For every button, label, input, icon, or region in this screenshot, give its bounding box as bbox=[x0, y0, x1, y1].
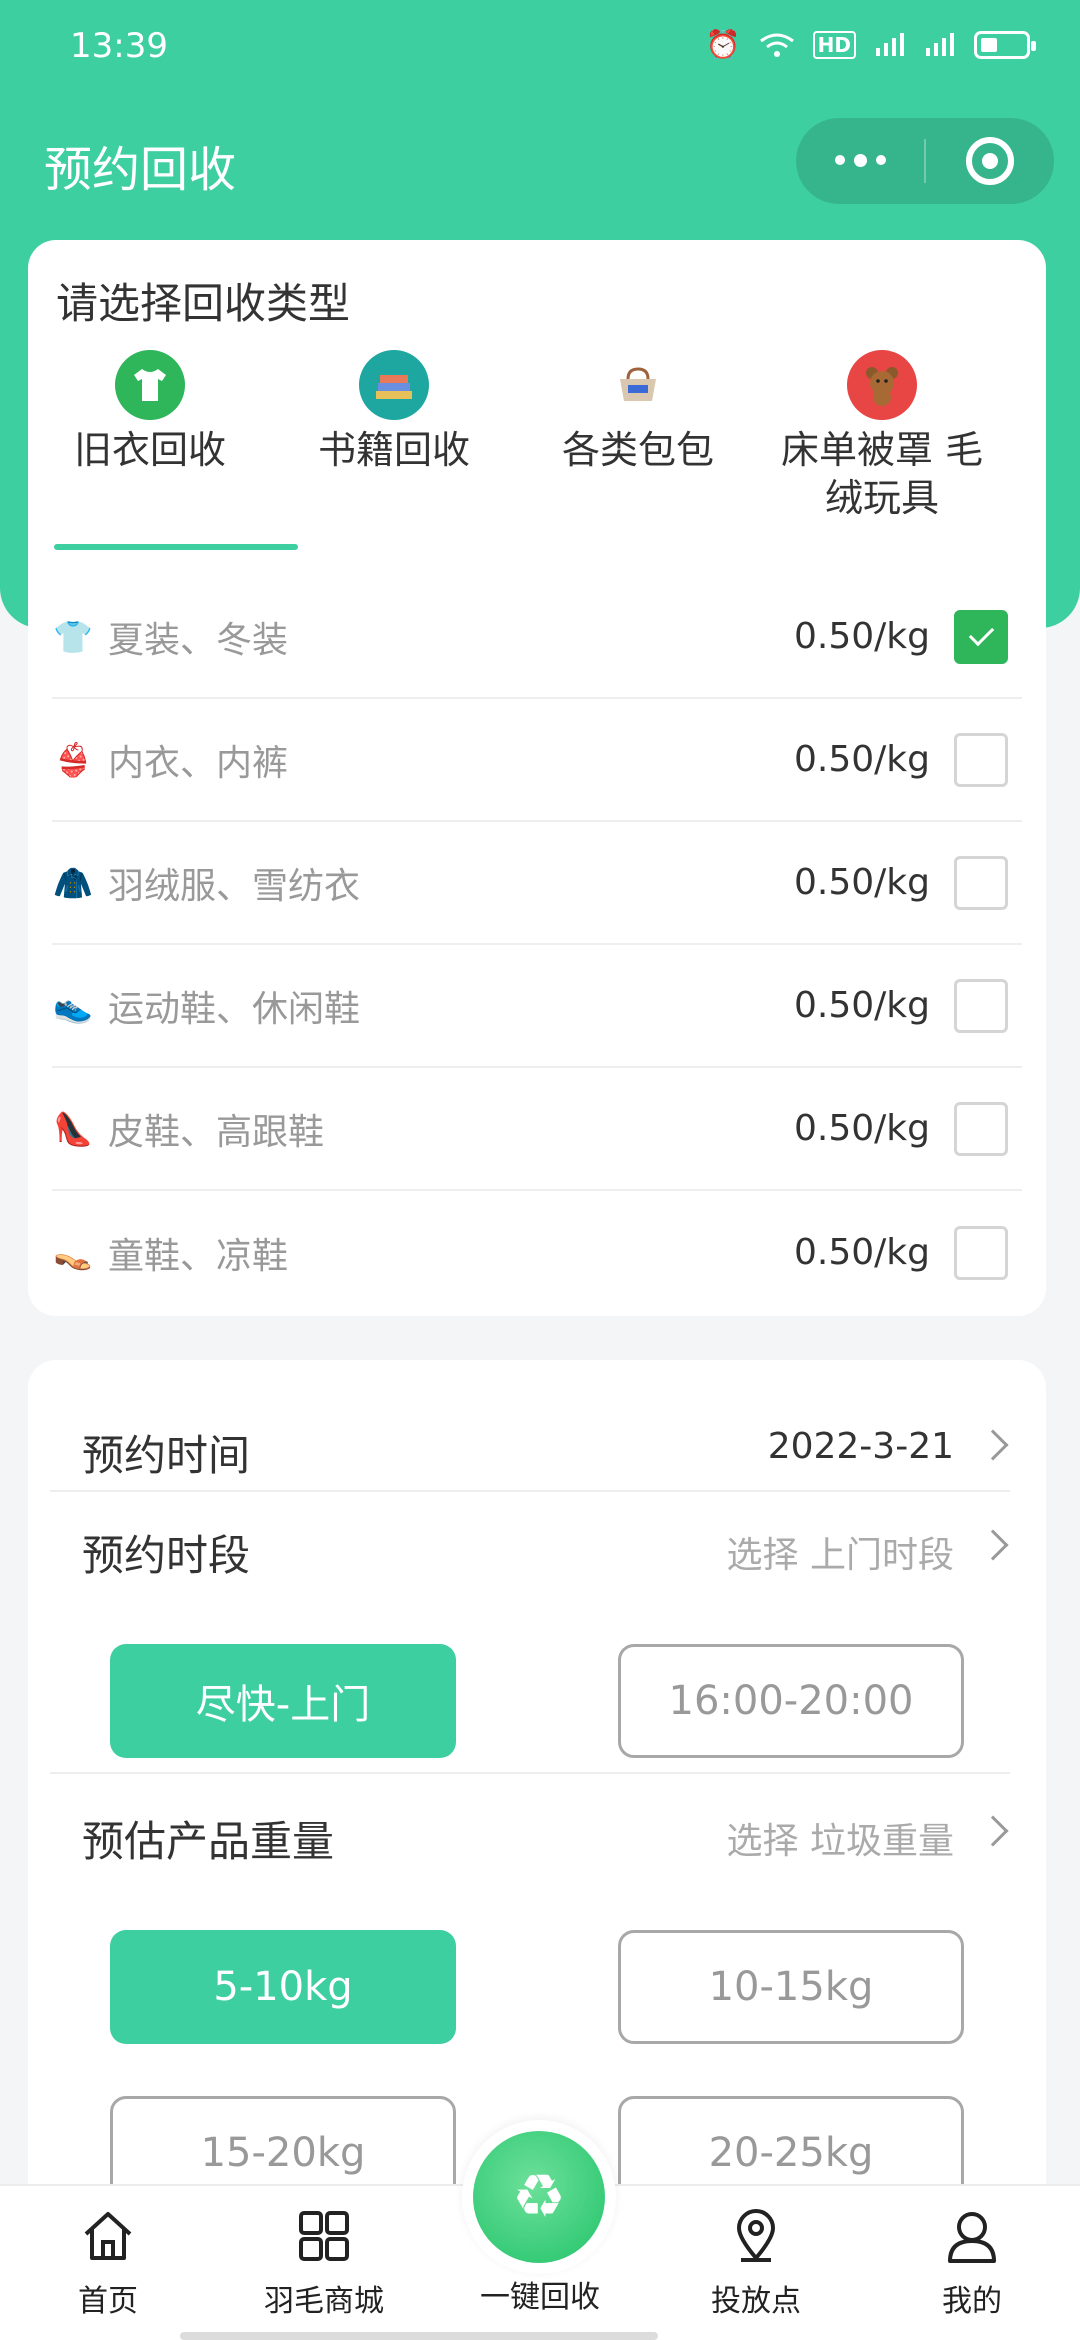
item-price: 0.50/kg bbox=[794, 1108, 930, 1149]
period-option-asap[interactable]: 尽快-上门 bbox=[110, 1644, 456, 1758]
weight-label: 预估产品重量 bbox=[82, 1817, 335, 1866]
tab-books[interactable]: 书籍回收 bbox=[272, 350, 516, 550]
list-item[interactable]: 🧥 羽绒服、雪纺衣 0.50/kg bbox=[52, 822, 1022, 945]
item-name: 童鞋、凉鞋 bbox=[108, 1235, 289, 1277]
tshirt-icon bbox=[115, 350, 185, 420]
heels-icon: 👠 bbox=[53, 1109, 93, 1148]
chevron-right-icon bbox=[977, 1529, 1009, 1561]
item-price: 0.50/kg bbox=[794, 862, 930, 903]
sneaker-icon: 👟 bbox=[53, 986, 93, 1025]
weight-option-5-10[interactable]: 5-10kg bbox=[110, 1930, 456, 2044]
tab-label: 旧衣回收 bbox=[73, 428, 226, 472]
books-icon bbox=[359, 350, 429, 420]
item-checkbox[interactable] bbox=[954, 855, 1008, 910]
list-item[interactable]: 👡 童鞋、凉鞋 0.50/kg bbox=[52, 1191, 1022, 1314]
divider bbox=[50, 1772, 1010, 1774]
tab-label: 我的 bbox=[942, 2284, 1002, 2319]
teddy-bear-icon bbox=[847, 350, 917, 420]
period-hint: 选择 上门时段 bbox=[726, 1535, 954, 1576]
tab-label: 投放点 bbox=[711, 2284, 801, 2319]
item-checkbox[interactable] bbox=[954, 609, 1008, 664]
weight-row[interactable]: 预估产品重量 选择 垃圾重量 bbox=[50, 1778, 1010, 1878]
item-price: 0.50/kg bbox=[794, 985, 930, 1026]
one-click-recycle-label: 一键回收 bbox=[480, 2280, 600, 2315]
user-icon bbox=[944, 2208, 1000, 2264]
period-option-evening[interactable]: 16:00-20:00 bbox=[618, 1644, 964, 1758]
date-value: 2022-3-21 bbox=[767, 1426, 954, 1467]
tab-mine[interactable]: 我的 bbox=[882, 2208, 1062, 2320]
period-label: 预约时段 bbox=[82, 1531, 251, 1580]
category-tabs: 旧衣回收 书籍回收 各类包包 床单被罩 毛绒玩具 bbox=[28, 350, 1046, 550]
signal-4g-icon bbox=[876, 32, 904, 56]
tab-label: 各类包包 bbox=[561, 428, 714, 472]
recycle-type-card: 请选择回收类型 旧衣回收 书籍回收 各类包包 床单被罩 毛绒玩具 👕 夏装、冬装… bbox=[28, 240, 1046, 1316]
chevron-right-icon bbox=[977, 1815, 1009, 1847]
item-checkbox[interactable] bbox=[954, 1225, 1008, 1280]
date-label: 预约时间 bbox=[82, 1431, 251, 1480]
recycle-type-title: 请选择回收类型 bbox=[56, 279, 351, 328]
tab-label: 书籍回收 bbox=[317, 428, 470, 472]
item-name: 内衣、内裤 bbox=[108, 742, 289, 784]
tab-old-clothes[interactable]: 旧衣回收 bbox=[28, 350, 298, 550]
item-checkbox[interactable] bbox=[954, 1101, 1008, 1156]
one-click-recycle-button[interactable]: ♻ bbox=[462, 2120, 616, 2274]
item-checkbox[interactable] bbox=[954, 732, 1008, 787]
recycle-icon: ♻ bbox=[473, 2131, 605, 2263]
item-price: 0.50/kg bbox=[794, 1232, 930, 1273]
tab-home[interactable]: 首页 bbox=[18, 2208, 198, 2320]
signal-4g-icon bbox=[926, 32, 954, 56]
item-name: 夏装、冬装 bbox=[108, 619, 289, 661]
item-name: 羽绒服、雪纺衣 bbox=[108, 865, 361, 907]
item-checkbox[interactable] bbox=[954, 978, 1008, 1033]
tab-label: 首页 bbox=[78, 2284, 138, 2319]
wifi-icon bbox=[759, 33, 794, 57]
status-bar: 13:39 ⏰ HD bbox=[0, 0, 1080, 96]
tab-label: 羽毛商城 bbox=[264, 2284, 384, 2319]
item-list: 👕 夏装、冬装 0.50/kg 👙 内衣、内裤 0.50/kg 🧥 羽绒服、雪纺… bbox=[52, 576, 1022, 1314]
home-icon bbox=[80, 2208, 136, 2264]
list-item[interactable]: 👙 内衣、内裤 0.50/kg bbox=[52, 699, 1022, 822]
list-item[interactable]: 👕 夏装、冬装 0.50/kg bbox=[52, 576, 1022, 699]
tab-drop-points[interactable]: 投放点 bbox=[666, 2208, 846, 2320]
mini-program-capsule bbox=[796, 118, 1054, 204]
weight-option-10-15[interactable]: 10-15kg bbox=[618, 1930, 964, 2044]
chevron-right-icon bbox=[977, 1429, 1009, 1461]
page-title: 预约回收 bbox=[44, 142, 237, 198]
battery-icon bbox=[974, 30, 1036, 59]
grid-icon bbox=[296, 2208, 352, 2264]
weight-hint: 选择 垃圾重量 bbox=[726, 1821, 954, 1862]
tab-bags[interactable]: 各类包包 bbox=[516, 350, 760, 550]
item-price: 0.50/kg bbox=[794, 616, 930, 657]
sandal-icon: 👡 bbox=[53, 1233, 93, 1272]
tab-label: 床单被罩 毛绒玩具 bbox=[780, 428, 984, 520]
period-row[interactable]: 预约时段 选择 上门时段 bbox=[50, 1492, 1010, 1592]
clothes-icon: 👕 bbox=[53, 617, 93, 656]
item-price: 0.50/kg bbox=[794, 739, 930, 780]
status-icons: ⏰ HD bbox=[705, 28, 1036, 61]
alarm-icon: ⏰ bbox=[705, 28, 741, 61]
item-name: 皮鞋、高跟鞋 bbox=[108, 1111, 325, 1153]
item-name: 运动鞋、休闲鞋 bbox=[108, 988, 361, 1030]
tab-bedding-plush[interactable]: 床单被罩 毛绒玩具 bbox=[760, 350, 1004, 550]
status-time: 13:39 bbox=[70, 26, 168, 66]
underwear-icon: 👙 bbox=[53, 740, 93, 779]
more-icon[interactable] bbox=[796, 154, 924, 167]
home-indicator bbox=[180, 2332, 658, 2340]
location-pin-icon bbox=[728, 2208, 784, 2264]
target-icon[interactable] bbox=[926, 137, 1054, 185]
hd-icon: HD bbox=[812, 30, 856, 59]
list-item[interactable]: 👠 皮鞋、高跟鞋 0.50/kg bbox=[52, 1068, 1022, 1191]
bag-icon bbox=[603, 350, 673, 420]
tab-mall[interactable]: 羽毛商城 bbox=[234, 2208, 414, 2320]
coat-icon: 🧥 bbox=[53, 863, 93, 902]
list-item[interactable]: 👟 运动鞋、休闲鞋 0.50/kg bbox=[52, 945, 1022, 1068]
date-row[interactable]: 预约时间 2022-3-21 bbox=[50, 1392, 1010, 1492]
